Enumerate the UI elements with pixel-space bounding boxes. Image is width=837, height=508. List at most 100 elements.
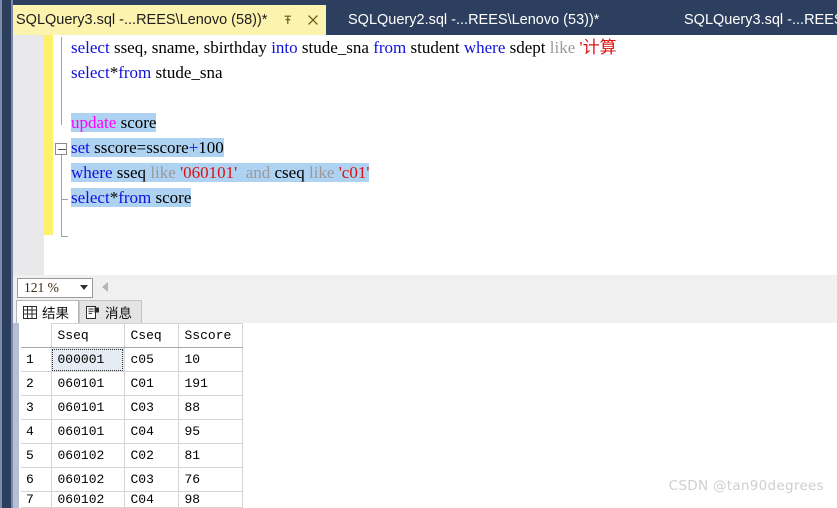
code-line[interactable]: select sseq, sname, sbirthday into stude…: [71, 35, 837, 60]
row-number-cell[interactable]: 3: [21, 395, 52, 420]
results-pane: 121 % 结果 消息 Sseq Cseq Sscore 1 000001 c0…: [13, 275, 837, 508]
code-line[interactable]: set sscore=sscore+100: [71, 135, 837, 160]
code-token: and: [237, 163, 275, 182]
editor-tab-bar: SQLQuery3.sql -...REES\Lenovo (58))* SQL…: [0, 0, 837, 35]
selected-code-text: update score: [71, 113, 157, 132]
code-token: select: [71, 188, 110, 207]
outline-guide-line: [61, 155, 62, 199]
results-grid-header: Sseq Cseq Sscore: [21, 323, 243, 348]
grid-cell-sseq[interactable]: 000001: [50, 347, 125, 372]
table-row[interactable]: 1 000001 c05 10: [21, 347, 243, 372]
table-row[interactable]: 6 060102 C03 76: [21, 467, 243, 492]
code-line[interactable]: [71, 85, 837, 110]
table-row[interactable]: 4 060101 C04 95: [21, 419, 243, 444]
results-grid-area[interactable]: Sseq Cseq Sscore 1 000001 c05 10 2 060101 C01 191…: [13, 323, 837, 508]
grid-cell-cseq[interactable]: C02: [123, 443, 179, 468]
results-grid[interactable]: Sseq Cseq Sscore 1 000001 c05 10 2 060101 C01 191…: [21, 323, 243, 508]
zoom-level-dropdown[interactable]: 121 %: [17, 277, 93, 298]
code-token: score: [116, 113, 157, 132]
row-number-cell[interactable]: 6: [21, 467, 52, 492]
table-row[interactable]: 3 060101 C03 88: [21, 395, 243, 420]
editor-change-bar: [44, 35, 53, 235]
grid-cell-sseq[interactable]: 060101: [50, 419, 125, 444]
triangle-left-icon[interactable]: [102, 282, 108, 292]
grid-cell-sseq[interactable]: 060102: [50, 467, 125, 492]
grid-cell-sscore[interactable]: 98: [177, 491, 243, 508]
grid-cell-sscore[interactable]: 10: [177, 347, 243, 372]
code-token: +: [188, 138, 199, 157]
grid-cell-sseq[interactable]: 060101: [50, 395, 125, 420]
code-line[interactable]: update score: [71, 110, 837, 135]
code-token: select: [71, 38, 110, 57]
code-line[interactable]: select*from stude_sna: [71, 60, 837, 85]
code-token: stude_sna: [151, 63, 223, 82]
code-token: from: [118, 188, 152, 207]
code-line[interactable]: select*from score: [71, 185, 837, 210]
grid-cell-sscore[interactable]: 76: [177, 467, 243, 492]
row-number-cell[interactable]: 1: [21, 347, 52, 372]
selected-code-text: select*from score: [71, 188, 192, 207]
grid-cell-sseq[interactable]: 060101: [50, 371, 125, 396]
editor-code-surface[interactable]: select sseq, sname, sbirthday into stude…: [71, 35, 837, 275]
code-token: score: [151, 188, 192, 207]
code-token: like: [549, 38, 576, 57]
code-token: '060101': [175, 163, 238, 182]
editor-tab-sqlquery2-53[interactable]: SQLQuery2.sql -...REES\Lenovo (53))*: [340, 5, 607, 35]
row-number-cell[interactable]: 5: [21, 443, 52, 468]
code-token: like: [150, 163, 176, 182]
code-token: where: [463, 38, 506, 57]
editor-tab-sqlquery3-58[interactable]: SQLQuery3.sql -...REES\Lenovo (58))*: [6, 5, 327, 35]
grid-cell-cseq[interactable]: C03: [123, 467, 179, 492]
tab-results-label: 结果: [42, 306, 69, 321]
ssms-window: SQLQuery3.sql -...REES\Lenovo (58))* SQL…: [0, 0, 837, 508]
grid-cell-sseq[interactable]: 060102: [50, 443, 125, 468]
row-number-cell[interactable]: 4: [21, 419, 52, 444]
tab-results[interactable]: 结果: [16, 300, 79, 323]
code-token: sseq, sname, sbirthday: [109, 38, 272, 57]
editor-indicator-margin: [13, 35, 44, 275]
grid-cell-cseq[interactable]: C01: [123, 371, 179, 396]
grid-cell-sscore[interactable]: 191: [177, 371, 243, 396]
grid-cell-sscore[interactable]: 95: [177, 419, 243, 444]
left-dock-strip: [0, 0, 13, 508]
left-dock-strip-inner: [2, 0, 11, 508]
editor-tab-label: SQLQuery3.sql -...REES: [684, 11, 837, 28]
grid-cell-cseq[interactable]: C04: [123, 419, 179, 444]
code-token: sscore=sscore: [89, 138, 189, 157]
code-token: stude_sna: [297, 38, 374, 57]
results-grid-body[interactable]: 1 000001 c05 10 2 060101 C01 191 3 060101 C03 88 4 06…: [21, 347, 243, 508]
table-row[interactable]: 7 060102 C04 98: [21, 491, 243, 508]
close-icon[interactable]: [306, 13, 320, 27]
sql-editor[interactable]: select sseq, sname, sbirthday into stude…: [13, 35, 837, 275]
results-tab-strip: 结果 消息: [13, 299, 837, 323]
code-token: sseq: [112, 163, 151, 182]
grid-corner-cell[interactable]: [21, 323, 52, 348]
header-row: Sseq Cseq Sscore: [21, 323, 243, 348]
grid-cell-sscore[interactable]: 88: [177, 395, 243, 420]
grid-cell-sscore[interactable]: 81: [177, 443, 243, 468]
selected-code-text: set sscore=sscore+100: [71, 138, 224, 157]
grid-cell-cseq[interactable]: C03: [123, 395, 179, 420]
collapse-minus-icon[interactable]: [55, 143, 67, 155]
grid-cell-sseq[interactable]: 060102: [50, 491, 125, 508]
row-number-cell[interactable]: 2: [21, 371, 52, 396]
row-number-cell[interactable]: 7: [21, 491, 52, 508]
code-token: student: [406, 38, 464, 57]
grid-icon: [23, 305, 37, 319]
column-header[interactable]: Sscore: [177, 323, 243, 348]
code-line[interactable]: where sseq like '060101' and cseq like '…: [71, 160, 837, 185]
code-token: like: [308, 163, 335, 182]
grid-cell-cseq[interactable]: C04: [123, 491, 179, 508]
column-header[interactable]: Sseq: [50, 323, 125, 348]
table-row[interactable]: 2 060101 C01 191: [21, 371, 243, 396]
table-row[interactable]: 5 060102 C02 81: [21, 443, 243, 468]
pin-icon[interactable]: [281, 13, 295, 27]
grid-cell-cseq[interactable]: c05: [123, 347, 179, 372]
zoom-level-value: 121 %: [24, 279, 59, 295]
code-token: sdept: [505, 38, 550, 57]
column-header[interactable]: Cseq: [123, 323, 179, 348]
tab-messages[interactable]: 消息: [79, 300, 142, 323]
code-text: select*from stude_sna: [71, 63, 223, 82]
editor-tab-sqlquery3-overflow[interactable]: SQLQuery3.sql -...REES: [676, 5, 837, 35]
tab-messages-label: 消息: [105, 306, 132, 321]
